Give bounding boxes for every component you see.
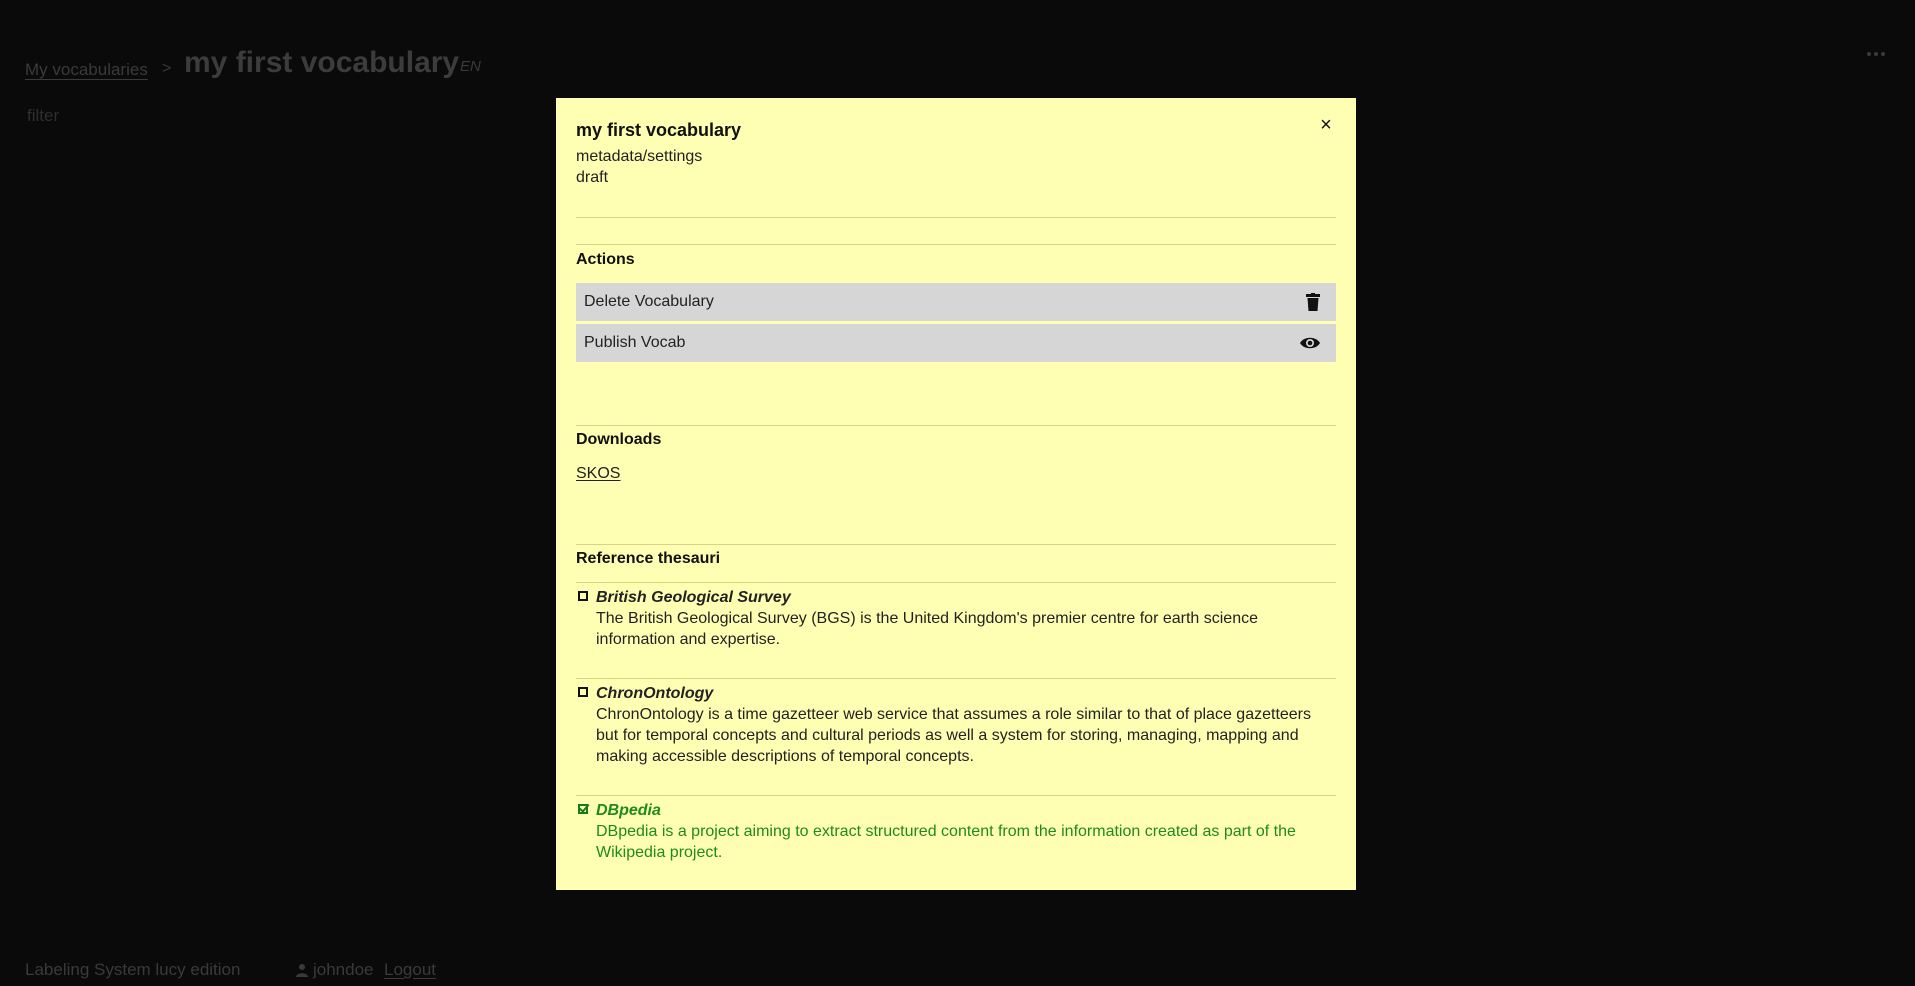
divider [576, 217, 1336, 218]
thesaurus-name: British Geological Survey [596, 589, 791, 606]
thesaurus-name: ChronOntology [596, 685, 714, 702]
publish-vocab-label: Publish Vocab [584, 334, 686, 351]
download-skos-link[interactable]: SKOS [576, 465, 620, 483]
close-icon[interactable]: × [1316, 115, 1336, 135]
user-icon [296, 964, 308, 977]
thesaurus-item-bgs[interactable]: British Geological Survey The British Ge… [576, 587, 1336, 648]
logout-link[interactable]: Logout [384, 960, 436, 980]
trash-icon [1306, 293, 1320, 311]
filter-input[interactable] [25, 104, 229, 128]
vocabulary-settings-modal: my first vocabulary × metadata/settings … [556, 98, 1356, 890]
footer-app-name: Labeling System lucy edition [25, 960, 241, 979]
status-label: draft [576, 169, 609, 186]
publish-vocab-button[interactable]: Publish Vocab [576, 324, 1336, 362]
footer-username: johndoe [313, 960, 374, 979]
breadcrumb-my-vocabularies[interactable]: My vocabularies [25, 60, 148, 80]
reference-thesauri-heading: Reference thesauri [576, 550, 721, 567]
thesaurus-description: ChronOntology is a time gazetteer web se… [596, 706, 1312, 765]
divider [576, 678, 1336, 679]
more-options-icon[interactable] [1867, 52, 1885, 56]
divider [576, 425, 1336, 426]
thesaurus-item-chronontology[interactable]: ChronOntology ChronOntology is a time ga… [576, 683, 1336, 765]
downloads-heading: Downloads [576, 431, 662, 448]
app-header: My vocabularies > my first vocabulary EN [25, 44, 1895, 84]
modal-subtitle: metadata/settings [576, 148, 703, 165]
language-badge: EN [460, 58, 481, 75]
thesaurus-item-dbpedia[interactable]: DBpedia DBpedia is a project aiming to e… [576, 800, 1336, 861]
thesaurus-description: The British Geological Survey (BGS) is t… [596, 610, 1258, 648]
divider [576, 244, 1336, 245]
divider [576, 544, 1336, 545]
delete-vocabulary-label: Delete Vocabulary [584, 293, 714, 310]
checkbox[interactable] [578, 687, 588, 697]
actions-heading: Actions [576, 251, 635, 268]
thesaurus-name: DBpedia [596, 802, 661, 819]
delete-vocabulary-button[interactable]: Delete Vocabulary [576, 283, 1336, 321]
divider [576, 795, 1336, 796]
divider [576, 582, 1336, 583]
modal-title: my first vocabulary [576, 120, 742, 140]
page-title: my first vocabulary [184, 46, 460, 79]
footer-user: johndoe [295, 960, 374, 980]
thesaurus-description: DBpedia is a project aiming to extract s… [596, 823, 1296, 861]
eye-icon [1300, 337, 1320, 349]
checkbox-checked[interactable] [578, 804, 588, 814]
breadcrumb-separator: > [162, 60, 172, 77]
checkbox[interactable] [578, 591, 588, 601]
